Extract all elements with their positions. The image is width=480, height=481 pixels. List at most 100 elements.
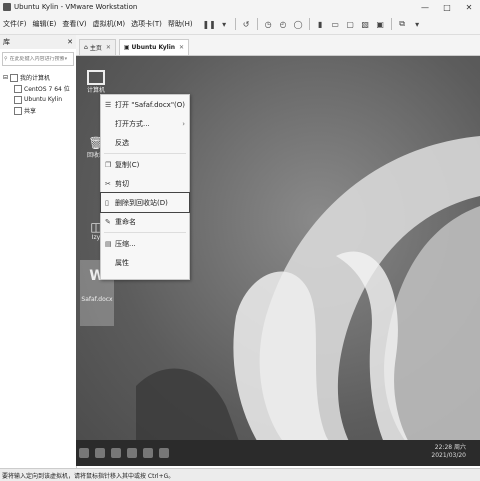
- home-icon: ⌂: [84, 44, 88, 51]
- copy-icon: ❐: [105, 160, 112, 169]
- menu-item-label: 打开方式...: [115, 119, 150, 128]
- unity-icon[interactable]: ▧: [360, 19, 371, 30]
- toolbar-divider: [256, 18, 258, 30]
- compress-icon: ▤: [105, 239, 112, 248]
- library-title: 库: [3, 38, 10, 46]
- menu-item-label: 属性: [115, 258, 129, 267]
- snapshot-manager-icon[interactable]: ◯: [293, 19, 304, 30]
- menu-vm[interactable]: 虚拟机(M): [90, 19, 129, 29]
- menu-item-compress[interactable]: ▤ 压缩...: [101, 234, 189, 253]
- tree-item-label: Ubuntu Kylin: [24, 96, 63, 103]
- taskbar-app-icon[interactable]: [127, 448, 137, 458]
- menu-divider: [104, 232, 186, 233]
- stretch-dropdown-icon[interactable]: ▾: [412, 19, 423, 30]
- send-keys-icon[interactable]: ↺: [241, 19, 252, 30]
- open-icon: ☰: [105, 100, 112, 109]
- menu-item-delete-to-trash[interactable]: ▯ 删除到回收站(D): [100, 192, 190, 213]
- library-close-icon[interactable]: ✕: [67, 38, 73, 46]
- taskbar-app-icon[interactable]: [95, 448, 105, 458]
- maximize-button[interactable]: □: [436, 0, 458, 14]
- pause-icon[interactable]: ❚❚: [202, 19, 215, 30]
- library-header: 库 ✕: [0, 35, 76, 49]
- tree-item-shared[interactable]: 共享: [0, 105, 76, 116]
- statusbar-text: 要将输入定向到该虚拟机，请将鼠标指针移入其中或按 Ctrl+G。: [2, 472, 175, 480]
- tab-ubuntu-kylin[interactable]: ▣ Ubuntu Kylin ✕: [118, 39, 190, 55]
- dropdown-icon[interactable]: ▾: [219, 19, 230, 30]
- close-tab-icon[interactable]: ✕: [106, 44, 111, 51]
- computer-icon: [10, 73, 19, 82]
- menu-edit[interactable]: 编辑(E): [30, 19, 60, 29]
- toolbar-divider: [234, 18, 236, 30]
- menu-view[interactable]: 查看(V): [59, 19, 89, 29]
- scissors-icon: ✂: [105, 179, 111, 188]
- taskbar-app-icon[interactable]: [111, 448, 121, 458]
- tree-item-centos[interactable]: CentOS 7 64 位: [0, 83, 76, 94]
- chevron-right-icon: ›: [182, 119, 185, 128]
- start-menu-icon[interactable]: [79, 448, 89, 458]
- close-button[interactable]: ✕: [458, 0, 480, 14]
- taskbar-app-icon[interactable]: [159, 448, 169, 458]
- fullscreen-icon[interactable]: ▢: [345, 19, 356, 30]
- menu-item-open-with[interactable]: 打开方式... ›: [101, 114, 189, 133]
- tab-label: Ubuntu Kylin: [131, 44, 176, 51]
- chevron-down-icon[interactable]: ▾: [65, 56, 68, 62]
- search-icon: ⚲: [4, 56, 8, 62]
- vmware-app-icon: [3, 3, 11, 11]
- menu-tabs[interactable]: 选项卡(T): [128, 19, 165, 29]
- clock-date: 2021/03/20: [431, 452, 466, 459]
- menu-item-label: 压缩...: [115, 239, 136, 248]
- menu-item-label: 反选: [115, 138, 129, 147]
- menu-item-label: 打开 "Safaf.docx"(O): [115, 100, 186, 109]
- minimize-button[interactable]: —: [414, 0, 436, 14]
- window-title: Ubuntu Kylin - VMware Workstation: [14, 3, 138, 11]
- close-tab-icon[interactable]: ✕: [179, 44, 184, 51]
- tree-item-my-computer[interactable]: ⊟ 我的计算机: [0, 72, 76, 83]
- tree-item-label: 共享: [24, 108, 37, 115]
- library-search-input[interactable]: [8, 56, 65, 62]
- context-menu: ☰ 打开 "Safaf.docx"(O) 打开方式... › 反选 ❐ 复制(C) ✂…: [100, 94, 190, 280]
- menu-file[interactable]: 文件(F): [0, 19, 30, 29]
- vm-icon: [14, 84, 22, 93]
- menu-item-invert-selection[interactable]: 反选: [101, 133, 189, 152]
- tree-item-label: CentOS 7 64 位: [24, 86, 70, 93]
- desktop-icon-computer[interactable]: 计算机: [84, 70, 108, 94]
- taskbar-app-icon[interactable]: [143, 448, 153, 458]
- taskbar-clock[interactable]: 22:28 周六 2021/03/20: [431, 444, 466, 460]
- vm-icon: ▣: [123, 44, 130, 51]
- library-search: ⚲ ▾: [2, 52, 74, 66]
- menu-item-copy[interactable]: ❐ 复制(C): [101, 155, 189, 174]
- tree-item-label: 我的计算机: [20, 75, 51, 82]
- menu-item-properties[interactable]: 属性: [101, 253, 189, 272]
- trash-icon: ▯: [105, 198, 109, 207]
- library-view-icon[interactable]: ▮: [315, 19, 326, 30]
- tab-label: 主页: [89, 45, 102, 52]
- guest-taskbar: 22:28 周六 2021/03/20: [76, 440, 480, 466]
- menu-item-open[interactable]: ☰ 打开 "Safaf.docx"(O): [101, 95, 189, 114]
- snapshot-icon[interactable]: ◷: [263, 19, 274, 30]
- desktop-icon-label: Safaf.docx: [81, 296, 113, 303]
- rename-icon: ✎: [105, 217, 111, 226]
- toolbar: ❚❚ ▾ ↺ ◷ ◴ ◯ ▮ ▭ ▢ ▧ ▣ ⧉ ▾: [202, 18, 425, 30]
- tab-home[interactable]: ⌂ 主页 ✕: [79, 39, 116, 55]
- menubar: 文件(F) 编辑(E) 查看(V) 虚拟机(M) 选项卡(T) 帮助(H) ❚❚…: [0, 14, 480, 35]
- menu-item-cut[interactable]: ✂ 剪切: [101, 174, 189, 193]
- vm-running-icon: [14, 95, 22, 104]
- collapse-icon[interactable]: ⊟: [3, 74, 8, 81]
- console-view-icon[interactable]: ▣: [375, 19, 386, 30]
- statusbar: 要将输入定向到该虚拟机，请将鼠标指针移入其中或按 Ctrl+G。: [0, 468, 480, 481]
- stretch-icon[interactable]: ⧉: [397, 19, 408, 30]
- monitor-icon: [87, 70, 105, 85]
- revert-snapshot-icon[interactable]: ◴: [278, 19, 289, 30]
- menu-item-label: 剪切: [115, 179, 129, 188]
- menu-item-label: 重命名: [115, 217, 136, 226]
- toolbar-divider: [390, 18, 392, 30]
- clock-time: 22:28 周六: [434, 444, 466, 451]
- menu-divider: [104, 153, 186, 154]
- tree-item-ubuntu-kylin[interactable]: Ubuntu Kylin: [0, 94, 76, 105]
- menu-help[interactable]: 帮助(H): [165, 19, 196, 29]
- window-titlebar: Ubuntu Kylin - VMware Workstation — □ ✕: [0, 0, 480, 14]
- menu-item-label: 复制(C): [115, 160, 140, 169]
- thumbnail-view-icon[interactable]: ▭: [330, 19, 341, 30]
- menu-item-rename[interactable]: ✎ 重命名: [101, 212, 189, 231]
- shared-folder-icon: [14, 106, 22, 115]
